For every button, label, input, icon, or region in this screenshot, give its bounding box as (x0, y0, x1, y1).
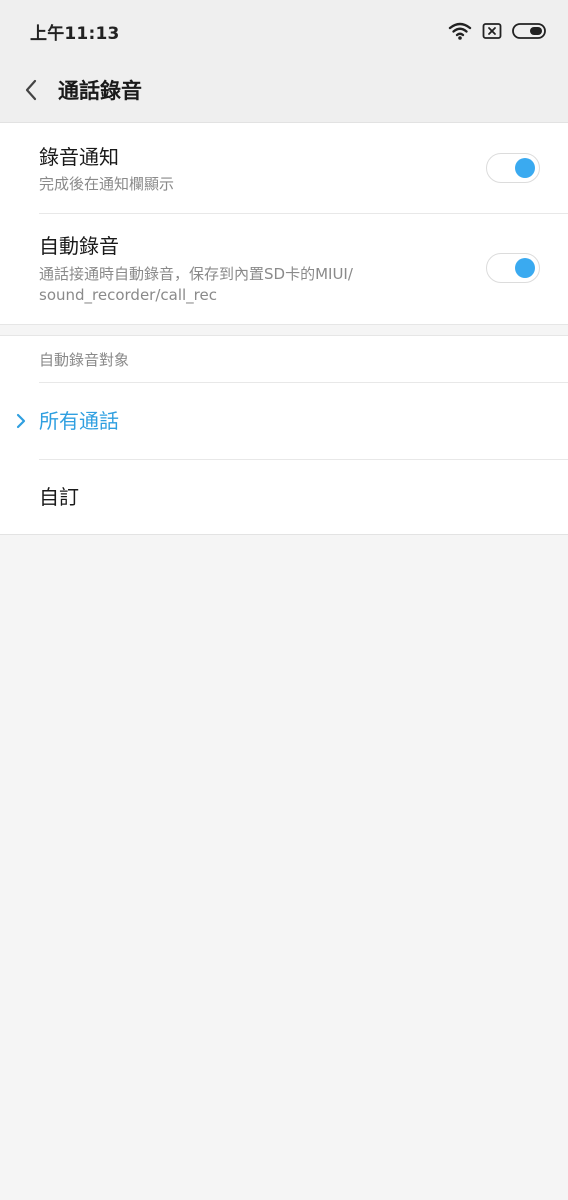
setting-subtitle: 完成後在通知欄顯示 (39, 175, 175, 193)
option-label: 自訂 (39, 485, 79, 509)
wifi-icon (448, 21, 472, 41)
status-icons (448, 18, 548, 44)
record-notification-toggle[interactable] (486, 153, 540, 183)
setting-title: 錄音通知 (39, 145, 119, 169)
setting-title: 自動錄音 (39, 234, 119, 258)
option-custom[interactable]: 自訂 (0, 459, 568, 535)
toggle-knob (515, 258, 535, 278)
title-bar: 通話錄音 (0, 62, 568, 123)
battery-icon (512, 22, 548, 40)
back-button[interactable] (14, 76, 48, 108)
status-bar: 上午11:13 (0, 0, 568, 62)
chevron-right-icon (14, 413, 28, 429)
setting-subtitle-line1: 通話接通時自動錄音，保存到內置SD卡的MIUI/ (39, 265, 353, 283)
setting-subtitle-line2: sound_recorder/call_rec (39, 286, 217, 304)
auto-record-target-card: 自動錄音對象 所有通話 自訂 (0, 335, 568, 535)
divider (39, 213, 568, 214)
auto-record-toggle[interactable] (486, 253, 540, 283)
section-header: 自動錄音對象 (39, 351, 130, 369)
option-label: 所有通話 (39, 409, 119, 433)
settings-card: 錄音通知 完成後在通知欄顯示 自動錄音 通話接通時自動錄音，保存到內置SD卡的M… (0, 123, 568, 325)
page-title: 通話錄音 (58, 79, 142, 103)
status-time: 上午11:13 (30, 24, 120, 44)
sim-x-icon (482, 22, 502, 40)
toggle-knob (515, 158, 535, 178)
back-arrow-icon (23, 78, 39, 106)
option-all-calls[interactable]: 所有通話 (0, 383, 568, 459)
